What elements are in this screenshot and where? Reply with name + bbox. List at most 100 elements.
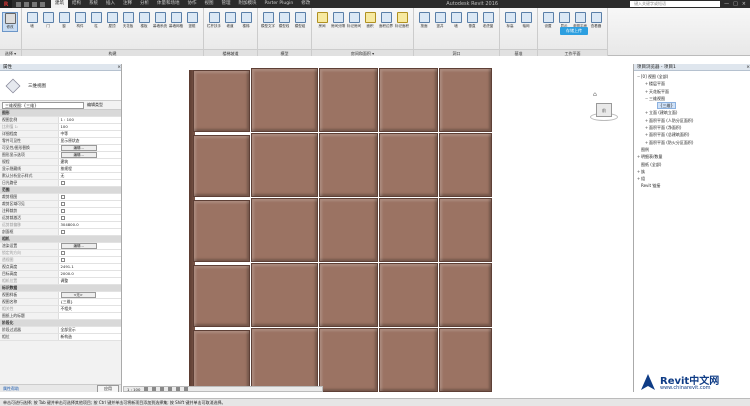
- property-value[interactable]: 中等: [57, 130, 121, 138]
- ribbon-tool-button[interactable]: 模型线: [276, 12, 292, 32]
- ribbon-group-label[interactable]: 构建: [22, 49, 203, 56]
- tree-item[interactable]: + 面积平面 (净面积): [634, 124, 750, 131]
- property-value[interactable]: 不相关: [57, 305, 121, 313]
- view-cube[interactable]: 前: [590, 99, 618, 123]
- ribbon-tool-button[interactable]: 楼板: [136, 12, 152, 32]
- ribbon-tool-button[interactable]: 轴网: [518, 12, 534, 32]
- ribbon-group-label[interactable]: 房间和面积 ▾: [312, 49, 413, 56]
- property-value[interactable]: 304800.0: [57, 221, 121, 229]
- property-value[interactable]: 1 : 100: [57, 116, 121, 124]
- tree-item[interactable]: + 楼层平面: [634, 80, 750, 87]
- application-menu-button[interactable]: R: [0, 0, 12, 8]
- ribbon-tool-button[interactable]: 标记面积: [394, 12, 410, 32]
- property-row[interactable]: 图纸上的标题: [0, 312, 121, 320]
- ribbon-tool-button[interactable]: 坡道: [222, 12, 238, 32]
- ribbon-tab[interactable]: 修改: [297, 0, 314, 8]
- property-edit-button[interactable]: <无>: [60, 292, 96, 298]
- ribbon-tool-button[interactable]: 修改: [2, 12, 18, 32]
- redo-icon[interactable]: [40, 1, 45, 7]
- tree-item[interactable]: + 天花板平面: [634, 88, 750, 95]
- tile-wall[interactable]: [193, 68, 493, 392]
- property-value[interactable]: 2000.0: [57, 270, 121, 278]
- 3d-viewport[interactable]: ⌂ 前: [123, 64, 633, 392]
- ribbon-tab[interactable]: Parter Plugin: [261, 0, 298, 8]
- property-row[interactable]: 日光路径: [0, 179, 121, 187]
- ribbon-tool-button[interactable]: 天花板: [120, 12, 136, 32]
- ribbon-tab[interactable]: 体量和场地: [153, 0, 184, 8]
- property-checkbox[interactable]: [60, 251, 65, 255]
- ribbon-tool-button[interactable]: 竖井: [432, 12, 448, 32]
- property-row[interactable]: 锁定的方向: [0, 249, 121, 257]
- ribbon-tab[interactable]: 管理: [218, 0, 235, 8]
- ribbon-tool-button[interactable]: 楼梯: [238, 12, 254, 32]
- ribbon-tool-button[interactable]: 查看器: [588, 12, 604, 32]
- property-value[interactable]: [57, 214, 121, 222]
- ribbon-tool-button[interactable]: 栏杆扶手: [206, 12, 222, 32]
- property-value[interactable]: 新构造: [57, 333, 121, 341]
- tree-item[interactable]: + 面积平面 (总建筑面积): [634, 131, 750, 138]
- property-row[interactable]: 显示隐藏线 按规程: [0, 165, 121, 173]
- ribbon-tab[interactable]: 协作: [184, 0, 201, 8]
- property-checkbox[interactable]: [60, 258, 65, 262]
- close-icon[interactable]: ×: [117, 64, 121, 70]
- property-row[interactable]: 比例值 1: 100: [0, 123, 121, 131]
- property-row[interactable]: 阶段过滤器 全部显示: [0, 326, 121, 334]
- property-value[interactable]: 编辑...: [57, 151, 121, 159]
- search-input[interactable]: 键入关键字或短语: [630, 1, 721, 7]
- property-row[interactable]: 裁剪视图: [0, 193, 121, 201]
- ribbon-tool-button[interactable]: 模型文字: [260, 12, 276, 32]
- view-cube-front-face[interactable]: 前: [596, 103, 612, 117]
- property-value[interactable]: [57, 207, 121, 215]
- type-selector[interactable]: 三维视图: [0, 71, 121, 101]
- close-icon[interactable]: ×: [746, 64, 750, 70]
- ribbon-group-label[interactable]: 基准: [500, 49, 537, 56]
- cloud-upload-button[interactable]: 存储上传: [560, 27, 588, 35]
- ribbon-tab[interactable]: 视图: [201, 0, 218, 8]
- property-row[interactable]: 注释裁剪: [0, 207, 121, 215]
- ribbon-tool-button[interactable]: 标记房间: [346, 12, 362, 32]
- property-row[interactable]: 裁剪区域可见: [0, 200, 121, 208]
- visual-style-icon[interactable]: [152, 387, 157, 391]
- ribbon-tool-button[interactable]: 柱: [88, 12, 104, 32]
- property-checkbox[interactable]: [60, 230, 65, 234]
- property-row[interactable]: 详细程度 中等: [0, 130, 121, 138]
- ribbon-tool-button[interactable]: 房间: [314, 12, 330, 32]
- ribbon-tool-button[interactable]: 设置: [540, 12, 556, 32]
- tree-item[interactable]: + 立面 (建筑立面): [634, 109, 750, 116]
- property-row[interactable]: 视图名称 {三维}: [0, 298, 121, 306]
- property-row[interactable]: 剖面框: [0, 228, 121, 236]
- ribbon-tool-button[interactable]: 窗: [56, 12, 72, 32]
- ribbon-tool-button[interactable]: 幕墙网格: [168, 12, 184, 32]
- ribbon-tool-button[interactable]: 按面: [416, 12, 432, 32]
- property-row[interactable]: 远剪裁偏移 304800.0: [0, 221, 121, 229]
- property-row[interactable]: 透视图: [0, 256, 121, 264]
- tree-item[interactable]: Revit 链接: [634, 182, 750, 189]
- property-value[interactable]: 按规程: [57, 165, 121, 173]
- ribbon-tool-button[interactable]: 幕墙系统: [152, 12, 168, 32]
- property-value[interactable]: 调整: [57, 277, 121, 285]
- property-row[interactable]: 相机位置 调整: [0, 277, 121, 285]
- tree-item[interactable]: 图例: [634, 146, 750, 153]
- ribbon-tab[interactable]: 插入: [102, 0, 119, 8]
- property-value[interactable]: [57, 249, 121, 257]
- temporary-hide-icon[interactable]: [184, 387, 189, 391]
- property-value[interactable]: 无: [57, 172, 121, 180]
- ribbon-tool-button[interactable]: 老虎窗: [480, 12, 496, 32]
- shadows-icon[interactable]: [168, 387, 173, 391]
- ribbon-tab[interactable]: 分析: [136, 0, 153, 8]
- ribbon-tab[interactable]: 附加模块: [235, 0, 261, 8]
- property-value[interactable]: [57, 179, 121, 187]
- ribbon-tab[interactable]: 注释: [119, 0, 136, 8]
- property-row[interactable]: 视图样板 <无>: [0, 291, 121, 299]
- tree-item[interactable]: + 明细表/数量: [634, 153, 750, 160]
- property-value[interactable]: 2491.1: [57, 263, 121, 271]
- minimize-button[interactable]: —: [724, 1, 729, 7]
- sun-path-icon[interactable]: [160, 387, 165, 391]
- property-value[interactable]: [57, 312, 121, 320]
- property-row[interactable]: 图形显示选项 编辑...: [0, 151, 121, 159]
- edit-type-button[interactable]: 编辑类型: [87, 102, 103, 108]
- property-checkbox[interactable]: [60, 216, 65, 220]
- property-row[interactable]: 目标高度 2000.0: [0, 270, 121, 278]
- property-value[interactable]: [57, 200, 121, 208]
- ribbon-group-label[interactable]: 选择 ▾: [0, 49, 21, 56]
